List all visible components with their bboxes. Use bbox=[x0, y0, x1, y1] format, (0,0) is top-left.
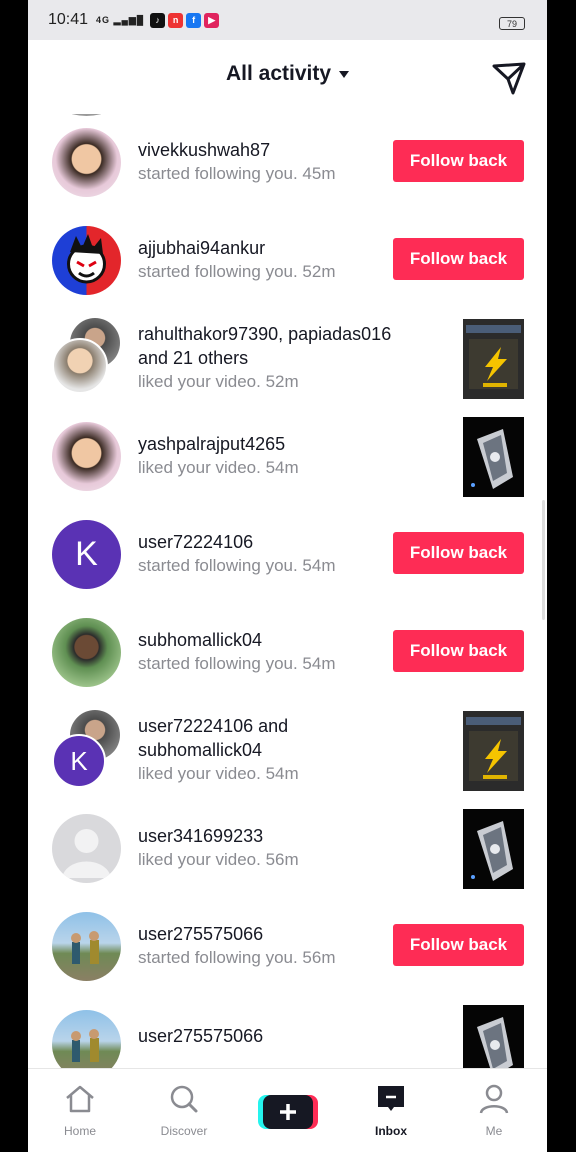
notification-icons: ♪ n f ▶ bbox=[150, 12, 220, 28]
tab-discover[interactable]: Discover bbox=[144, 1083, 224, 1138]
username[interactable]: rahulthakor97390, papiadas016 bbox=[138, 324, 391, 345]
activity-row[interactable]: ajjubhai94ankur started following you. 52… bbox=[28, 212, 547, 310]
follow-back-button[interactable]: Follow back bbox=[393, 532, 524, 574]
avatar[interactable]: K bbox=[52, 520, 121, 589]
activity-row[interactable]: Kuser72224106 started following you. 54m F… bbox=[28, 506, 547, 604]
activity-text: started following you. 54m bbox=[138, 556, 336, 575]
avatar[interactable] bbox=[52, 814, 121, 883]
gun-video-thumbnail bbox=[463, 417, 524, 497]
activity-text: started following you. 56m bbox=[138, 948, 336, 967]
avatar-front: K bbox=[52, 734, 106, 788]
activity-row[interactable]: Kuser72224106 and subhomallick04 liked you… bbox=[28, 702, 547, 800]
activity-row[interactable]: yashpalrajput4265 liked your video. 54m bbox=[28, 408, 547, 506]
phone-screen: 10:41 4G ▂▄▆█ ♪ n f ▶ 79 All activity vi… bbox=[28, 0, 547, 1152]
activity-row[interactable]: user341699233 liked your video. 56m bbox=[28, 800, 547, 898]
page-title: All activity bbox=[225, 62, 332, 85]
username[interactable]: user72224106 and bbox=[138, 716, 288, 737]
activity-text: liked your video. 54m bbox=[138, 764, 299, 783]
inbox-icon bbox=[378, 1086, 404, 1111]
avatar[interactable] bbox=[52, 912, 121, 981]
video-app-icon: ▶ bbox=[204, 12, 220, 28]
activity-row[interactable]: vivekkushwah87 started following you. 45m… bbox=[28, 114, 547, 212]
profile-icon bbox=[479, 1084, 509, 1114]
game-characters-image bbox=[71, 931, 99, 964]
tab-inbox-label: Inbox bbox=[375, 1124, 407, 1138]
follow-back-button[interactable]: Follow back bbox=[393, 238, 524, 280]
username[interactable]: yashpalrajput4265 bbox=[138, 434, 285, 455]
tab-home[interactable]: Home bbox=[40, 1083, 120, 1138]
activity-text: liked your video. 56m bbox=[138, 850, 299, 869]
activity-text: started following you. 54m bbox=[138, 654, 336, 673]
tiktok-icon: ♪ bbox=[150, 12, 166, 28]
game-characters-image bbox=[71, 1029, 99, 1062]
facebook-icon: f bbox=[186, 12, 202, 28]
activity-list[interactable]: vivekkushwah87 started following you. 45m… bbox=[28, 114, 547, 1068]
search-icon bbox=[170, 1085, 198, 1113]
username[interactable]: subhomallick04 bbox=[138, 630, 262, 651]
activity-row[interactable]: user275575066 bbox=[28, 996, 547, 1068]
username[interactable]: user341699233 bbox=[138, 826, 263, 847]
username[interactable]: user275575066 bbox=[138, 924, 263, 945]
video-thumbnail[interactable] bbox=[463, 711, 524, 791]
video-thumbnail[interactable] bbox=[463, 1005, 524, 1068]
activity-text: liked your video. 52m bbox=[138, 372, 299, 391]
avatar-letter: K bbox=[75, 535, 98, 573]
username[interactable]: user275575066 bbox=[138, 1026, 263, 1047]
caret-down-icon bbox=[339, 70, 350, 78]
activity-text: liked your video. 54m bbox=[138, 458, 299, 477]
news-app-icon: n bbox=[168, 12, 184, 28]
default-avatar-icon bbox=[62, 829, 111, 878]
cartoon-logo-icon bbox=[67, 234, 106, 284]
video-thumbnail[interactable] bbox=[463, 319, 524, 399]
avatar-front bbox=[52, 338, 108, 394]
follow-back-button[interactable]: Follow back bbox=[393, 630, 524, 672]
group-avatar[interactable]: K bbox=[52, 710, 124, 790]
inbox-header: All activity bbox=[28, 40, 547, 114]
follow-back-button[interactable]: Follow back bbox=[393, 924, 524, 966]
scrollbar[interactable] bbox=[542, 500, 545, 620]
avatar[interactable] bbox=[52, 422, 121, 491]
group-avatar[interactable] bbox=[52, 318, 124, 398]
activity-row[interactable]: subhomallick04 started following you. 54m… bbox=[28, 604, 547, 702]
username[interactable]: vivekkushwah87 bbox=[138, 140, 270, 161]
gun-video-thumbnail bbox=[463, 1005, 524, 1068]
avatar[interactable] bbox=[52, 1010, 121, 1068]
game-video-thumbnail bbox=[463, 319, 524, 399]
status-bar: 10:41 4G ▂▄▆█ ♪ n f ▶ 79 bbox=[28, 0, 547, 40]
activity-row[interactable]: user275575066 started following you. 56m F… bbox=[28, 898, 547, 996]
avatar[interactable] bbox=[52, 226, 121, 295]
home-icon bbox=[66, 1085, 94, 1113]
tab-inbox[interactable]: Inbox bbox=[351, 1083, 431, 1138]
tab-home-label: Home bbox=[63, 1124, 96, 1138]
signal-label: 4G bbox=[96, 14, 111, 25]
username-continued: subhomallick04 bbox=[138, 740, 263, 760]
battery-icon: 79 bbox=[499, 17, 525, 30]
username[interactable]: user72224106 bbox=[138, 532, 253, 553]
battery-level: 79 bbox=[506, 18, 517, 29]
tab-me-label: Me bbox=[485, 1124, 503, 1138]
avatar[interactable] bbox=[52, 128, 121, 197]
video-thumbnail[interactable] bbox=[463, 417, 524, 497]
activity-text: started following you. 52m bbox=[138, 262, 336, 281]
direct-message-icon[interactable] bbox=[491, 60, 527, 96]
signal-icon: 4G ▂▄▆█ bbox=[96, 14, 145, 25]
status-time: 10:41 bbox=[48, 11, 89, 28]
activity-row[interactable]: rahulthakor97390, papiadas016 and 21 othe… bbox=[28, 310, 547, 408]
activity-filter-dropdown[interactable]: All activity bbox=[28, 62, 547, 86]
create-plus-icon[interactable] bbox=[258, 1093, 318, 1131]
tab-discover-label: Discover bbox=[160, 1124, 208, 1138]
activity-text: started following you. 45m bbox=[138, 164, 336, 183]
username[interactable]: ajjubhai94ankur bbox=[138, 238, 265, 259]
tab-me[interactable]: Me bbox=[454, 1083, 534, 1138]
follow-back-button[interactable]: Follow back bbox=[393, 140, 524, 182]
avatar[interactable] bbox=[52, 618, 121, 687]
game-video-thumbnail bbox=[463, 711, 524, 791]
username-continued: and 21 others bbox=[138, 348, 249, 368]
gun-video-thumbnail bbox=[463, 809, 524, 889]
video-thumbnail[interactable] bbox=[463, 809, 524, 889]
bottom-tab-bar: Home Discover Inbox Me bbox=[28, 1068, 547, 1152]
